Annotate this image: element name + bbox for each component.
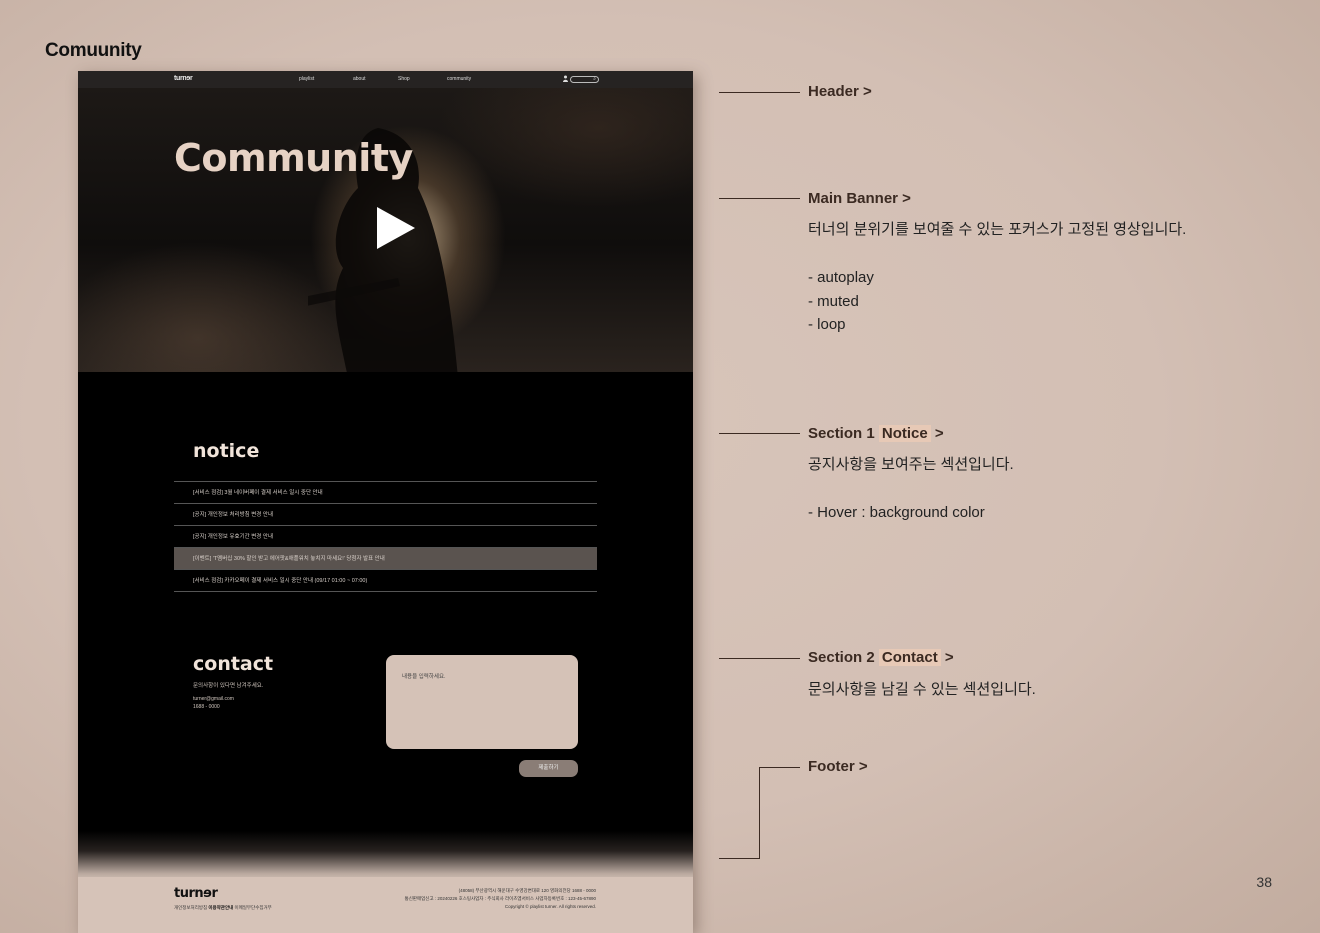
- section2-highlight: Contact: [878, 649, 941, 666]
- main-banner-video[interactable]: Community: [78, 88, 693, 372]
- footer-registration: 통신판매업신고 : 20240226 호스팅사업자 : 주식회사 라이츠엠서비스…: [404, 896, 596, 901]
- notice-item[interactable]: [서비스 점검] 카카오페이 결제 서비스 일시 중단 안내 (09/17 01…: [174, 570, 597, 592]
- section2-pointer-line: [719, 658, 800, 659]
- contact-email: turner@gmail.com: [193, 696, 234, 702]
- email-refusal-link[interactable]: 이메일무단수집거부: [235, 905, 272, 910]
- contact-message-field[interactable]: 내용을 입력하세요.: [386, 655, 578, 749]
- notice-item[interactable]: [서비스 점검] 3월 네이버페이 결제 서비스 일시 중단 안내: [174, 482, 597, 504]
- submit-button[interactable]: 제출하기: [519, 760, 578, 777]
- footer-links: 개인정보처리방침 이용약관안내 이메일무단수집거부: [174, 905, 272, 911]
- section1-prefix: Section 1: [808, 425, 875, 442]
- section1-pointer-line: [719, 433, 800, 434]
- footer-pointer-line-vertical: [759, 767, 760, 859]
- terms-link[interactable]: 이용약관안내: [208, 905, 233, 910]
- bullet-loop: - loop: [808, 316, 846, 333]
- banner-pointer-line: [719, 198, 800, 199]
- header-pointer-line: [719, 92, 800, 93]
- notice-item[interactable]: [공지] 개인정보 처리방침 변경 안내: [174, 504, 597, 526]
- header-logo[interactable]: turnɘr: [174, 75, 193, 82]
- annotation-section1-hover: - Hover : background color: [808, 504, 985, 521]
- footer-address: (48058) 부산광역시 해운대구 수영강변대로 120 영화의전당 1688…: [458, 888, 596, 893]
- mockup-footer: turnɘr 개인정보처리방침 이용약관안내 이메일무단수집거부 (48058)…: [78, 877, 693, 933]
- annotation-header: Header >: [808, 83, 872, 100]
- annotation-banner-desc: 터너의 분위기를 보여줄 수 있는 포커스가 고정된 영상입니다.: [808, 221, 1187, 238]
- website-mockup: turnɘr playlist about Shop community ⌕ C…: [78, 71, 693, 933]
- nav-shop[interactable]: Shop: [398, 76, 410, 82]
- notice-item-hovered[interactable]: [이벤트] 'T멤버십 30% 할인 받고 에어팟&애플워치 놓치지 마세요!'…: [174, 548, 597, 570]
- bullet-muted: - muted: [808, 292, 859, 310]
- play-icon[interactable]: [377, 207, 415, 249]
- annotation-section1-title: Section 1 Notice >: [808, 425, 944, 442]
- search-icon[interactable]: ⌕: [593, 76, 596, 82]
- annotation-section2-title: Section 2 Contact >: [808, 649, 954, 666]
- annotation-banner-bullets: - autoplay - muted - loop: [808, 266, 874, 337]
- user-icon[interactable]: [563, 75, 568, 82]
- section2-suffix: >: [944, 649, 954, 666]
- annotation-footer: Footer >: [808, 758, 868, 775]
- page-number: 38: [1256, 874, 1272, 890]
- document-title: Comuunity: [45, 40, 142, 61]
- bullet-autoplay: - autoplay: [808, 269, 874, 286]
- contact-phone: 1688 - 0000: [193, 704, 220, 710]
- message-placeholder: 내용을 입력하세요.: [402, 674, 446, 680]
- contact-description: 문의사항이 있다면 남겨주세요.: [193, 683, 264, 689]
- footer-pointer-line-top: [759, 767, 800, 768]
- notice-item[interactable]: [공지] 개인정보 유효기간 변경 안내: [174, 526, 597, 548]
- mockup-header: turnɘr playlist about Shop community ⌕: [78, 71, 693, 88]
- nav-community[interactable]: community: [447, 76, 471, 82]
- nav-about[interactable]: about: [353, 76, 366, 82]
- section1-highlight: Notice: [878, 425, 931, 442]
- footer-gradient: [78, 831, 693, 881]
- contact-title: contact: [193, 653, 274, 675]
- annotation-banner-title: Main Banner >: [808, 190, 911, 207]
- annotation-section2-desc: 문의사항을 남길 수 있는 섹션입니다.: [808, 681, 1036, 698]
- search-input[interactable]: ⌕: [570, 76, 599, 83]
- footer-company-info: (48058) 부산광역시 해운대구 수영강변대로 120 영화의전당 1688…: [405, 887, 596, 911]
- nav-playlist[interactable]: playlist: [299, 76, 314, 82]
- notice-list: [서비스 점검] 3월 네이버페이 결제 서비스 일시 중단 안내 [공지] 개…: [174, 481, 597, 592]
- notice-title: notice: [193, 440, 260, 462]
- banner-title: Community: [174, 136, 413, 180]
- footer-pointer-line-bottom: [719, 858, 760, 859]
- section1-suffix: >: [934, 425, 944, 442]
- footer-copyright: Copyright © playlist turner. All rights …: [504, 904, 596, 909]
- annotation-section1-desc: 공지사항을 보여주는 섹션입니다.: [808, 456, 1014, 473]
- footer-logo[interactable]: turnɘr: [174, 886, 218, 901]
- privacy-policy-link[interactable]: 개인정보처리방침: [174, 905, 207, 910]
- section2-prefix: Section 2: [808, 649, 875, 666]
